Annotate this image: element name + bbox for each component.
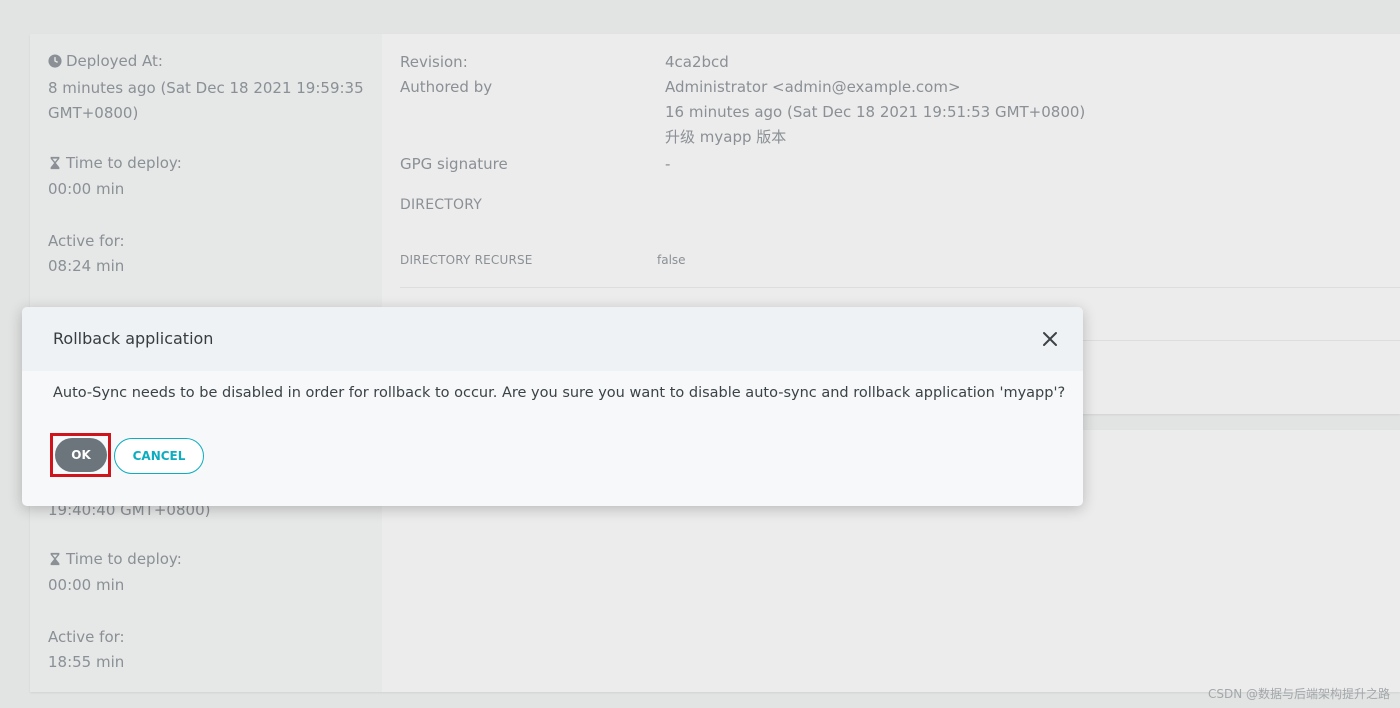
active-for-label: Active for:	[48, 628, 125, 646]
dialog-title: Rollback application	[53, 329, 214, 348]
revision-value[interactable]: 4ca2bcd	[665, 50, 729, 75]
deployed-at-label: Deployed At:	[66, 52, 163, 70]
time-to-deploy-value: 00:00 min	[48, 576, 125, 594]
cancel-button[interactable]: CANCEL	[114, 438, 204, 474]
directory-label: DIRECTORY	[400, 197, 483, 213]
directory-recurse-label: DIRECTORY RECURSE	[400, 253, 533, 267]
revision-label: Revision:	[400, 53, 468, 71]
time-to-deploy-value: 00:00 min	[48, 180, 125, 198]
commit-message: 升级 myapp 版本	[665, 128, 787, 146]
active-for-label: Active for:	[48, 232, 125, 250]
active-for-value: 08:24 min	[48, 257, 125, 275]
deployed-at-label-row: Deployed At:	[48, 52, 163, 70]
time-to-deploy-label-row: Time to deploy:	[48, 550, 182, 568]
ok-button[interactable]: OK	[55, 438, 107, 472]
time-to-deploy-label: Time to deploy:	[66, 154, 182, 172]
hourglass-icon	[50, 156, 60, 170]
gpg-signature-value: -	[665, 155, 671, 173]
active-for-value: 18:55 min	[48, 653, 125, 671]
watermark: CSDN @数据与后端架构提升之路	[1207, 687, 1390, 701]
dialog-message: Auto-Sync needs to be disabled in order …	[53, 385, 1066, 401]
gpg-signature-label: GPG signature	[400, 155, 508, 173]
time-to-deploy-label: Time to deploy:	[66, 550, 182, 568]
authored-by-label: Authored by	[400, 78, 493, 96]
rollback-dialog: Rollback application Auto-Sync needs to …	[22, 307, 1083, 506]
directory-recurse-value: false	[657, 253, 686, 267]
hourglass-icon	[50, 552, 60, 566]
clock-icon	[48, 54, 62, 68]
deployed-at-value-line1: 8 minutes ago (Sat Dec 18 2021 19:59:35	[48, 79, 364, 97]
dialog-header: Rollback application	[22, 307, 1083, 371]
deployed-at-value-line2: GMT+0800)	[48, 104, 139, 122]
close-icon[interactable]	[1041, 330, 1059, 348]
section-divider	[400, 287, 1400, 288]
time-to-deploy-label-row: Time to deploy:	[48, 154, 182, 172]
authored-time-value: 16 minutes ago (Sat Dec 18 2021 19:51:53…	[665, 103, 1086, 121]
author-value: Administrator <admin@example.com>	[665, 78, 961, 96]
